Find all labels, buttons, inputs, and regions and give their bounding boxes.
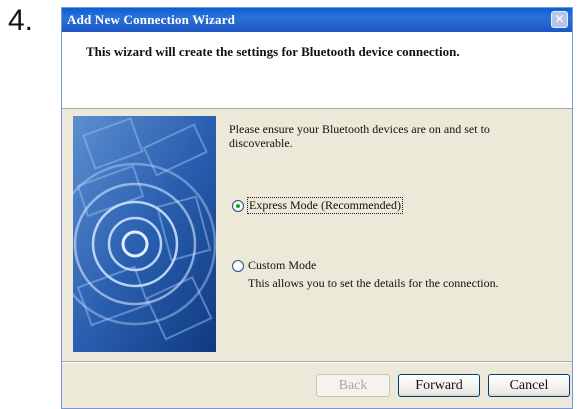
title-bar[interactable]: Add New Connection Wizard ✕ [62,8,572,32]
back-button[interactable]: Back [316,374,390,397]
bluetooth-signal-icon [73,116,216,352]
express-mode-label[interactable]: Express Mode (Recommended) [247,197,403,214]
custom-mode-option[interactable]: Custom Mode [232,258,316,273]
header-text: This wizard will create the settings for… [86,44,460,59]
instruction-text: Please ensure your Bluetooth devices are… [229,122,490,150]
express-mode-radio[interactable] [232,199,244,212]
step-number: 4. [8,4,34,37]
custom-mode-radio[interactable] [232,259,244,272]
window-title: Add New Connection Wizard [67,12,236,27]
forward-button[interactable]: Forward [398,374,480,397]
express-mode-option[interactable]: Express Mode (Recommended) [232,197,403,214]
button-separator [62,361,572,363]
wizard-header: This wizard will create the settings for… [62,32,572,109]
custom-mode-description: This allows you to set the details for t… [248,276,499,290]
custom-mode-label[interactable]: Custom Mode [248,258,316,273]
wizard-window: Add New Connection Wizard ✕ This wizard … [61,7,573,409]
cancel-button[interactable]: Cancel [488,374,570,397]
bluetooth-banner-illustration [73,116,216,352]
close-icon[interactable]: ✕ [551,11,568,28]
